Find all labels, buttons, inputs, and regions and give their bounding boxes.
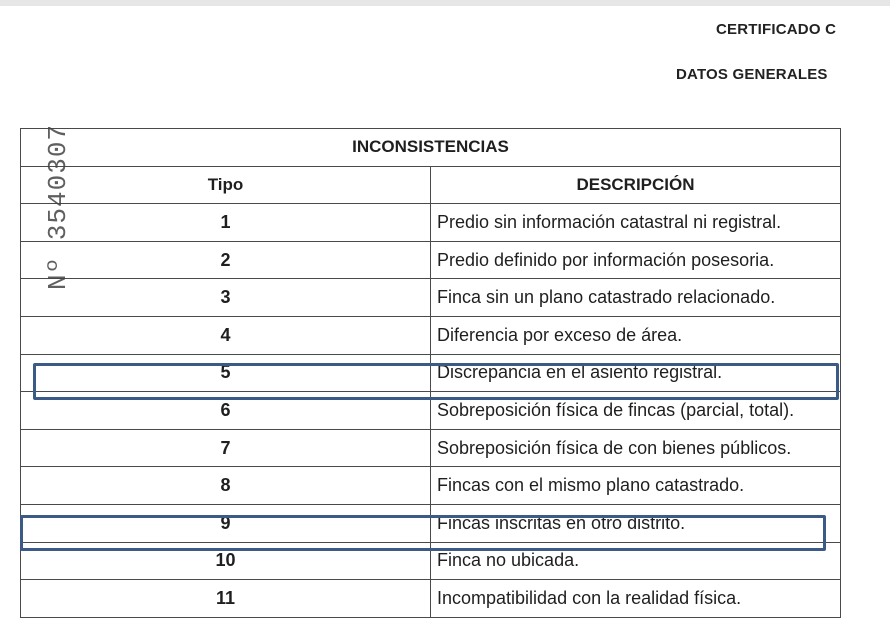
tipo-cell: 7	[20, 428, 431, 468]
table-row: 3 Finca sin un plano catastrado relacion…	[20, 278, 841, 317]
tipo-cell: 2	[20, 240, 431, 280]
tipo-cell: 3	[20, 278, 431, 317]
table-title-row: INCONSISTENCIAS	[20, 128, 841, 167]
tipo-cell: 11	[20, 579, 431, 618]
table-row: 2 Predio definido por información poseso…	[20, 240, 841, 280]
descripcion-cell: Diferencia por exceso de área.	[430, 315, 841, 355]
descripcion-cell: Sobreposición física de con bienes públi…	[430, 428, 841, 468]
table-row: 4 Diferencia por exceso de área.	[20, 315, 841, 355]
descripcion-cell: Incompatibilidad con la realidad física.	[430, 579, 841, 618]
table-row: 7 Sobreposición física de con bienes púb…	[20, 428, 841, 468]
document-header: CERTIFICADO C DATOS GENERALES	[0, 0, 856, 110]
table-header-row: Tipo DESCRIPCIÓN	[20, 165, 841, 205]
descripcion-cell: Finca sin un plano catastrado relacionad…	[430, 278, 841, 317]
descripcion-cell: Predio definido por información posesori…	[430, 240, 841, 280]
certificate-title: CERTIFICADO C	[716, 21, 837, 38]
tipo-cell: 8	[20, 466, 431, 505]
highlight-box-row-9	[20, 515, 826, 551]
tipo-cell: 1	[20, 203, 431, 242]
general-data-heading: DATOS GENERALES	[676, 66, 828, 83]
table-row: 11 Incompatibilidad con la realidad físi…	[20, 579, 841, 618]
table-row: 1 Predio sin información catastral ni re…	[20, 203, 841, 242]
table-row: 8 Fincas con el mismo plano catastrado.	[20, 466, 841, 505]
column-header-tipo: Tipo	[20, 165, 431, 205]
tipo-cell: 4	[20, 315, 431, 355]
serial-number-stamp: Nº 3540307	[43, 123, 73, 290]
highlight-box-row-5	[33, 363, 839, 400]
descripcion-cell: Fincas con el mismo plano catastrado.	[430, 466, 841, 505]
column-header-descripcion: DESCRIPCIÓN	[430, 165, 841, 205]
table-title: INCONSISTENCIAS	[20, 128, 841, 167]
descripcion-cell: Predio sin información catastral ni regi…	[430, 203, 841, 242]
